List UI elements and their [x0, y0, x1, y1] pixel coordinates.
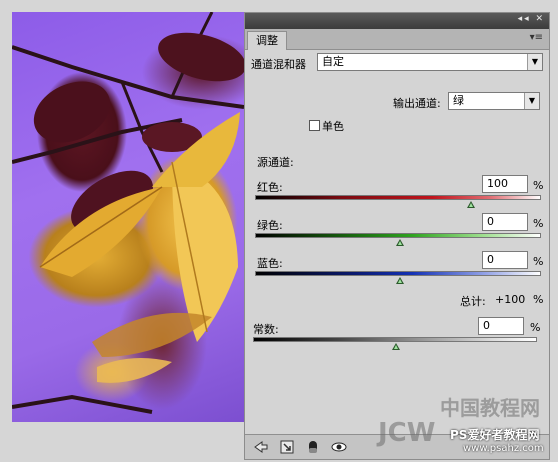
mask-icon[interactable]: [305, 439, 321, 455]
blue-percent: %: [533, 255, 544, 268]
constant-label: 常数:: [253, 323, 279, 336]
red-slider-track[interactable]: [255, 195, 541, 200]
output-channel-select[interactable]: 绿 ▼: [448, 92, 540, 110]
green-value-field[interactable]: 0: [482, 213, 528, 231]
clip-to-layer-icon[interactable]: [279, 439, 295, 455]
green-slider-thumb[interactable]: [396, 239, 404, 246]
tab-adjustments[interactable]: 调整: [247, 31, 287, 50]
red-percent: %: [533, 179, 544, 192]
blue-slider-track[interactable]: [255, 271, 541, 276]
green-percent: %: [533, 217, 544, 230]
total-label: 总计:: [460, 295, 486, 308]
output-channel-value: 绿: [453, 94, 464, 107]
watermark-url: www.psahz.com: [463, 443, 544, 454]
preset-value: 自定: [322, 55, 344, 68]
red-value-field[interactable]: 100: [482, 175, 528, 193]
source-channels-label: 源通道:: [257, 156, 294, 169]
chevron-down-icon: ▼: [524, 93, 539, 109]
total-percent: %: [533, 293, 544, 306]
green-label: 绿色:: [257, 219, 283, 232]
blue-label: 蓝色:: [257, 257, 283, 270]
image-canvas: [12, 12, 244, 422]
monochrome-checkbox[interactable]: [309, 120, 320, 131]
watermark-site-name: 中国教程网: [440, 396, 540, 420]
preset-label: 通道混和器: [251, 58, 306, 71]
red-slider-thumb[interactable]: [467, 201, 475, 208]
panel-menu-icon[interactable]: ▾≡: [530, 32, 543, 43]
red-label: 红色:: [257, 181, 283, 194]
output-channel-label: 输出通道:: [393, 97, 441, 110]
constant-slider-thumb[interactable]: [392, 343, 400, 350]
panel-tab-row: 调整 ▾≡: [245, 29, 549, 50]
blue-slider-thumb[interactable]: [396, 277, 404, 284]
leaf-photo: [12, 12, 244, 414]
constant-value-field[interactable]: 0: [478, 317, 524, 335]
constant-slider-track[interactable]: [253, 337, 537, 342]
eye-icon[interactable]: [331, 439, 347, 455]
watermark-line3: PS爱好者教程网: [450, 428, 540, 442]
panel-titlebar[interactable]: ◂◂ ✕: [245, 13, 549, 29]
watermark-logo: JCW: [378, 418, 436, 448]
preset-select[interactable]: 自定 ▼: [317, 53, 543, 71]
collapse-icon[interactable]: ◂◂ ✕: [518, 14, 545, 24]
back-arrow-icon[interactable]: [253, 439, 269, 455]
chevron-down-icon: ▼: [527, 54, 542, 70]
total-value: +100: [495, 293, 526, 306]
monochrome-label: 单色: [322, 120, 344, 133]
constant-percent: %: [530, 321, 541, 334]
blue-value-field[interactable]: 0: [482, 251, 528, 269]
green-slider-track[interactable]: [255, 233, 541, 238]
